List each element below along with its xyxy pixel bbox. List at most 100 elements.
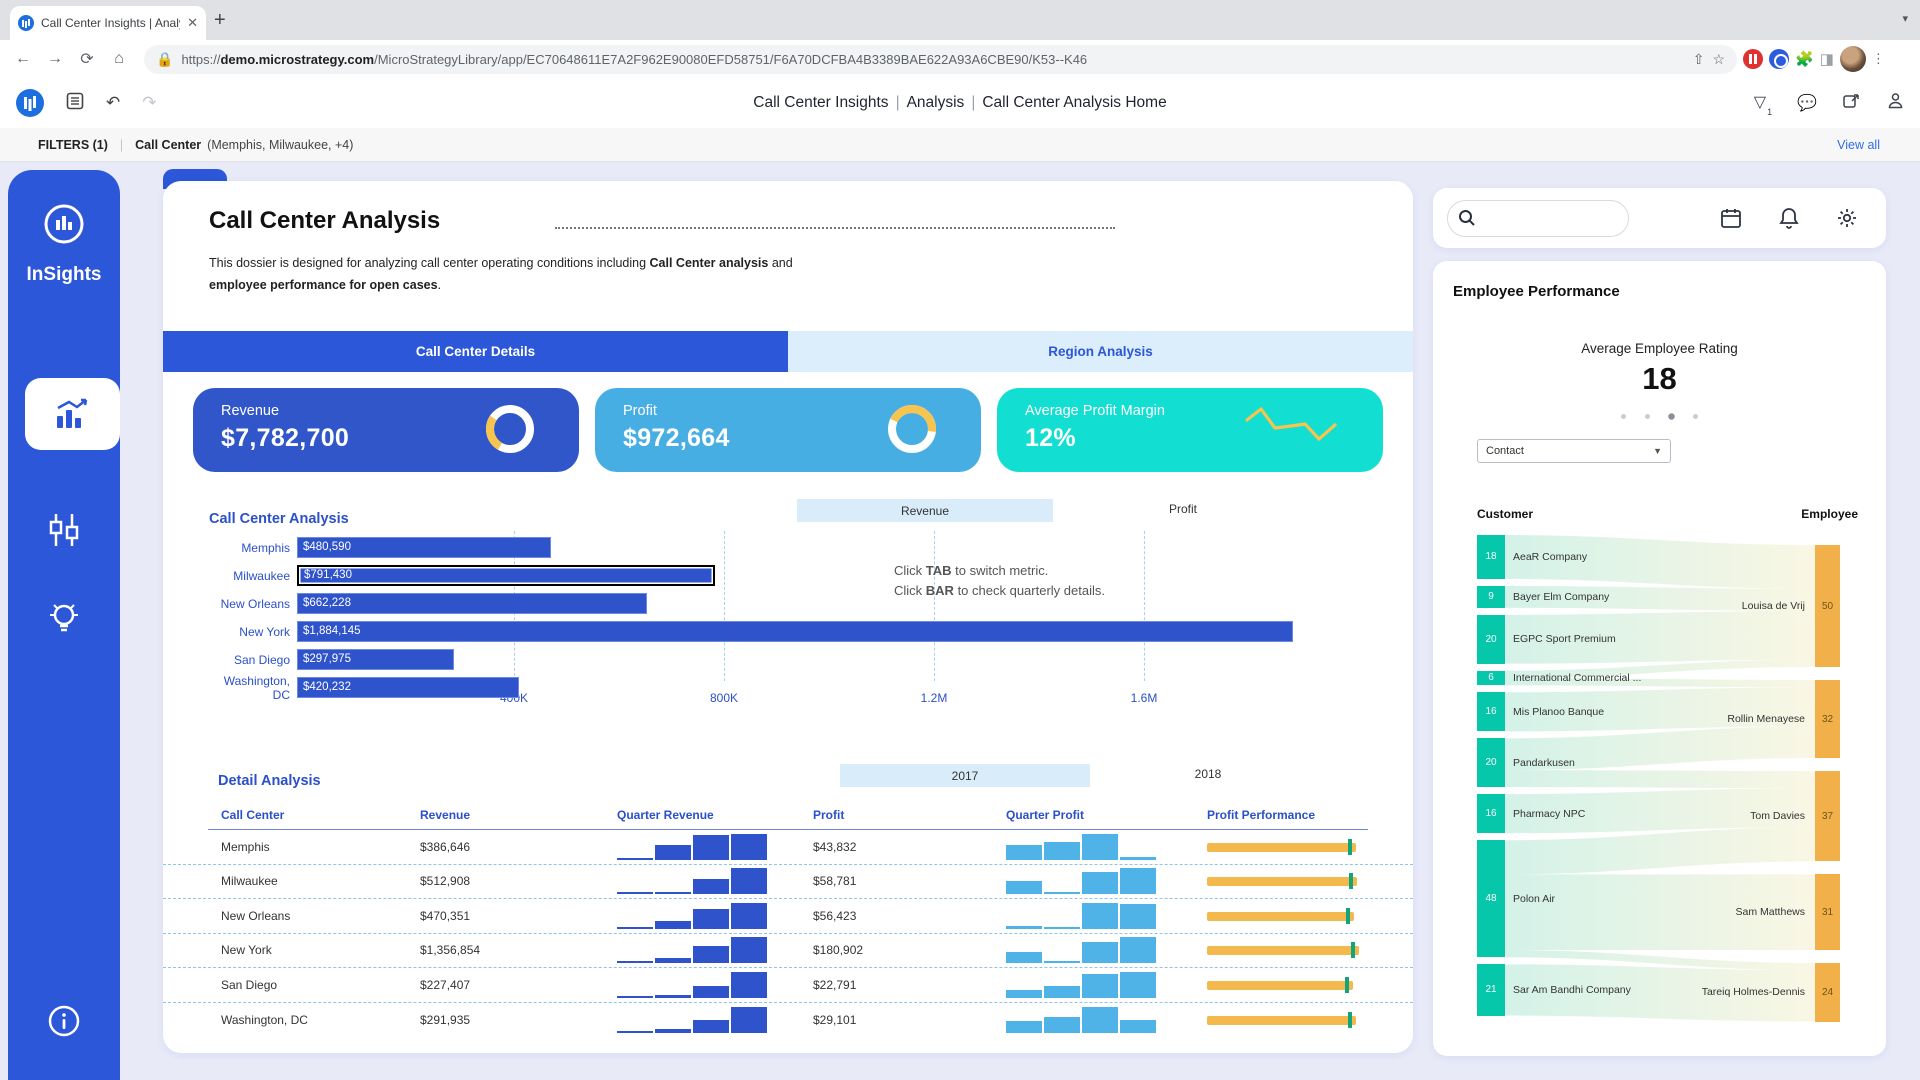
sidebar-item-analysis[interactable] — [25, 378, 120, 450]
dot[interactable] — [1621, 414, 1626, 419]
sankey-employee-node[interactable]: 24 — [1815, 963, 1840, 1022]
kpi-card-revenue[interactable]: Revenue$7,782,700 — [193, 388, 579, 472]
bar-new-orleans[interactable]: $662,228 — [297, 593, 647, 614]
share-page-icon[interactable]: ⇧ — [1693, 51, 1705, 68]
profit-performance-bullet — [1207, 1012, 1367, 1028]
sankey-customer-node[interactable]: 20 — [1477, 615, 1505, 664]
extension-blue-icon[interactable] — [1769, 49, 1789, 69]
bar-category-label: Milwaukee — [209, 569, 297, 583]
settings-gear-icon[interactable] — [1836, 207, 1858, 229]
sankey-customer-node[interactable]: 16 — [1477, 692, 1505, 731]
bookmark-star-icon[interactable]: ☆ — [1712, 51, 1725, 68]
tab-title: Call Center Insights | Analysis | — [41, 16, 180, 30]
kpi-card-profit[interactable]: Profit$972,664 — [595, 388, 981, 472]
employee-column-header: Employee — [1801, 507, 1858, 521]
insights-logo-icon — [42, 202, 86, 251]
cell-call-center: New Orleans — [221, 909, 420, 923]
dot[interactable] — [1668, 413, 1675, 420]
contact-dropdown[interactable]: Contact▼ — [1477, 439, 1671, 463]
back-icon[interactable]: ← — [10, 46, 36, 72]
reload-icon[interactable]: ⟳ — [74, 46, 100, 72]
metric-tab-revenue[interactable]: Revenue — [797, 499, 1053, 522]
address-bar[interactable]: 🔒 https://demo.microstrategy.com/MicroSt… — [144, 45, 1737, 74]
bar-category-label: Memphis — [209, 541, 297, 555]
sankey-customer-node[interactable]: 20 — [1477, 738, 1505, 787]
sankey-employee-node[interactable]: 37 — [1815, 771, 1840, 861]
sankey-customer-node[interactable]: 18 — [1477, 535, 1505, 579]
metric-tab-profit[interactable]: Profit — [1138, 502, 1228, 516]
new-tab-button[interactable]: + — [214, 9, 226, 32]
column-header: Revenue — [420, 808, 617, 822]
year-tab-2017[interactable]: 2017 — [840, 764, 1090, 787]
table-row[interactable]: Milwaukee$512,908$58,781 — [163, 865, 1413, 900]
column-header: Quarter Revenue — [617, 808, 813, 822]
calendar-icon[interactable] — [1720, 207, 1742, 229]
dot[interactable] — [1693, 414, 1698, 419]
bar-milwaukee[interactable]: $791,430 — [297, 565, 715, 586]
filters-label[interactable]: FILTERS (1) — [38, 138, 108, 152]
sankey-employee-node[interactable]: 50 — [1815, 545, 1840, 667]
search-input[interactable] — [1484, 211, 1604, 226]
tab-region-analysis[interactable]: Region Analysis — [788, 331, 1413, 372]
table-row[interactable]: Washington, DC$291,935$29,101 — [163, 1003, 1413, 1038]
bar-memphis[interactable]: $480,590 — [297, 537, 551, 558]
sankey-customer-node[interactable]: 9 — [1477, 586, 1505, 608]
sankey-customer-node[interactable]: 6 — [1477, 671, 1505, 686]
home-icon[interactable]: ⌂ — [106, 46, 132, 72]
filter-icon[interactable]: ▽1 — [1754, 92, 1771, 113]
sankey-customer-node[interactable]: 48 — [1477, 840, 1505, 957]
avg-rating-label: Average Employee Rating — [1433, 341, 1886, 356]
sidebar-item-ideas[interactable] — [8, 598, 120, 640]
sankey-flow — [1505, 827, 1815, 874]
tab-close-icon[interactable]: ✕ — [187, 15, 198, 31]
kpi-card-average-profit-margin[interactable]: Average Profit Margin12% — [997, 388, 1383, 472]
column-header: Profit — [813, 808, 1006, 822]
detail-table-header: Call CenterRevenueQuarter RevenueProfitQ… — [163, 803, 1413, 827]
quarter-profit-minichart — [1006, 834, 1156, 860]
sankey-customer-node[interactable]: 21 — [1477, 964, 1505, 1015]
bar-category-label: New York — [209, 625, 297, 639]
search-box[interactable] — [1447, 200, 1629, 237]
dossier-tabs: Call Center DetailsRegion Analysis — [163, 331, 1413, 372]
sidebar-item-boxplot[interactable] — [8, 510, 120, 550]
cell-profit: $180,902 — [813, 943, 1006, 957]
cell-revenue: $512,908 — [420, 874, 617, 888]
bar-row: Milwaukee$791,430 — [209, 565, 1354, 586]
notifications-bell-icon[interactable] — [1778, 207, 1800, 229]
app-toolbar: ↶ ↷ Call Center Insights|Analysis|Call C… — [0, 78, 1920, 128]
tab-call-center-details[interactable]: Call Center Details — [163, 331, 788, 372]
bar-row: San Diego$297,975 — [209, 649, 1354, 670]
sankey-customer-label: EGPC Sport Premium — [1513, 633, 1616, 645]
app-title: Call Center Insights|Analysis|Call Cente… — [0, 94, 1920, 112]
extension-red-icon[interactable] — [1743, 49, 1763, 69]
sankey-employee-node[interactable]: 32 — [1815, 680, 1840, 758]
view-all-link[interactable]: View all — [1837, 138, 1880, 152]
sidebar-info-button[interactable] — [8, 1004, 120, 1038]
sankey-customer-label: Mis Planoo Banque — [1513, 706, 1604, 718]
dot[interactable] — [1645, 414, 1650, 419]
bar-washington-dc[interactable]: $420,232 — [297, 677, 519, 698]
browser-menu-icon[interactable]: ⋮ — [1872, 51, 1885, 67]
call-center-bar-chart: 400K800K1.2M1.6M Memphis$480,590Milwauke… — [209, 537, 1354, 707]
year-tab-2018[interactable]: 2018 — [1163, 767, 1253, 781]
sankey-customer-node[interactable]: 16 — [1477, 794, 1505, 833]
detail-section-title: Detail Analysis — [218, 773, 321, 789]
bar-san-diego[interactable]: $297,975 — [297, 649, 454, 670]
tab-search-chevron-icon[interactable]: ▾ — [1902, 12, 1908, 25]
filter-name[interactable]: Call Center — [135, 138, 201, 152]
side-panel-icon[interactable]: ◨ — [1820, 50, 1834, 68]
table-row[interactable]: New York$1,356,854$180,902 — [163, 934, 1413, 969]
profile-avatar[interactable] — [1840, 46, 1866, 72]
url-text: https://demo.microstrategy.com/MicroStra… — [181, 52, 1684, 67]
browser-tab[interactable]: Call Center Insights | Analysis | ✕ — [10, 6, 206, 40]
forward-icon[interactable]: → — [42, 46, 68, 72]
table-row[interactable]: Memphis$386,646$43,832 — [163, 830, 1413, 865]
cell-revenue: $1,356,854 — [420, 943, 617, 957]
table-row[interactable]: New Orleans$470,351$56,423 — [163, 899, 1413, 934]
sankey-customer-label: Polon Air — [1513, 893, 1555, 905]
extensions-puzzle-icon[interactable]: 🧩 — [1795, 50, 1814, 68]
bar-new-york[interactable]: $1,884,145 — [297, 621, 1293, 642]
profit-performance-bullet — [1207, 908, 1367, 924]
table-row[interactable]: San Diego$227,407$22,791 — [163, 968, 1413, 1003]
sankey-employee-node[interactable]: 31 — [1815, 874, 1840, 950]
